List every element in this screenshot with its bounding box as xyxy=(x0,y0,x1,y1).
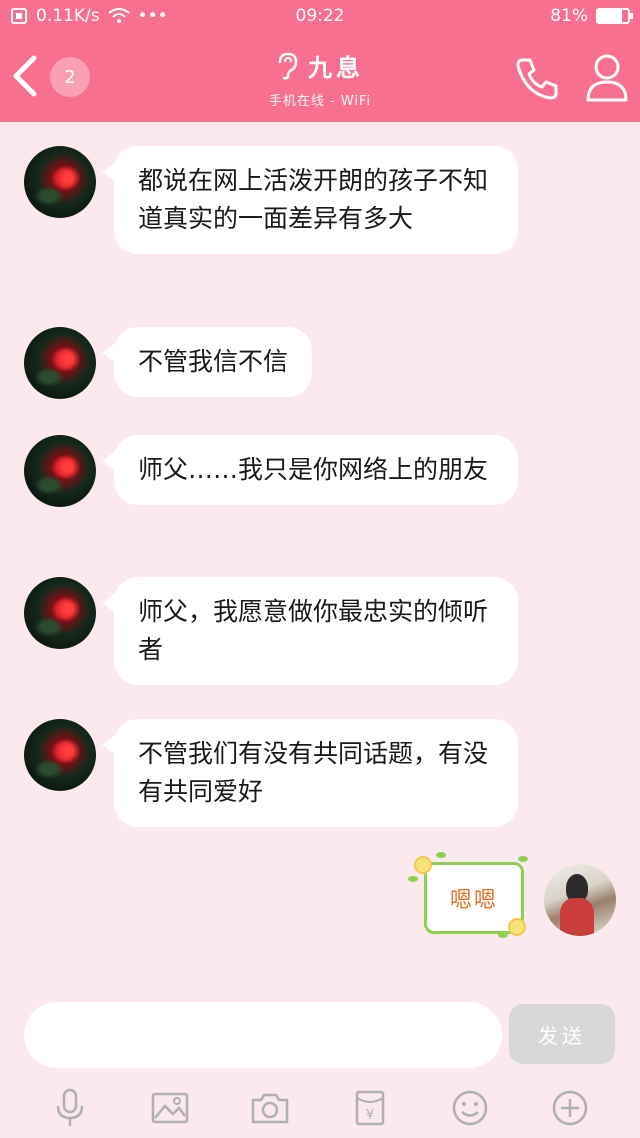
image-button[interactable] xyxy=(150,1088,190,1128)
phone-icon xyxy=(516,58,558,100)
message-bubble[interactable]: 不管我信不信 xyxy=(101,327,313,397)
flower-decoration xyxy=(508,918,526,936)
message-list[interactable]: 都说在网上活泼开朗的孩子不知道真实的一面差异有多大 不管我信不信 师父……我只是… xyxy=(0,122,640,990)
battery-percent: 81% xyxy=(550,6,588,26)
more-button[interactable] xyxy=(550,1088,590,1128)
sticker-message[interactable]: 嗯嗯 xyxy=(408,852,532,942)
flower-decoration xyxy=(414,856,432,874)
voice-button[interactable] xyxy=(50,1088,90,1128)
ear-icon xyxy=(278,52,298,79)
camera-button[interactable] xyxy=(250,1088,290,1128)
red-packet-symbol: ¥ xyxy=(366,1108,374,1123)
profile-button[interactable] xyxy=(584,52,630,102)
leaf-decoration xyxy=(498,932,508,938)
contact-avatar[interactable] xyxy=(24,327,96,399)
leaf-decoration xyxy=(436,852,446,858)
contact-avatar[interactable] xyxy=(24,435,96,507)
send-button[interactable]: 发送 xyxy=(509,1004,615,1064)
contact-avatar[interactable] xyxy=(24,577,96,649)
red-packet-icon: ¥ xyxy=(355,1090,385,1126)
status-right: 81% xyxy=(550,0,633,32)
red-packet-button[interactable]: ¥ xyxy=(350,1088,390,1128)
plus-icon xyxy=(552,1090,588,1126)
contact-avatar[interactable] xyxy=(24,719,96,791)
person-icon xyxy=(586,54,628,102)
call-button[interactable] xyxy=(512,54,560,102)
microphone-icon xyxy=(56,1088,84,1126)
status-bar: 0.11K/s ••• 09:22 81% xyxy=(0,0,640,32)
image-icon xyxy=(151,1092,189,1124)
emoji-button[interactable] xyxy=(450,1088,490,1128)
message-bubble[interactable]: 都说在网上活泼开朗的孩子不知道真实的一面差异有多大 xyxy=(102,146,518,254)
bottom-toolbar: ¥ xyxy=(0,1078,640,1138)
battery-icon xyxy=(596,8,633,24)
camera-icon xyxy=(251,1093,289,1124)
contact-avatar[interactable] xyxy=(24,146,96,218)
contact-name: 九息 xyxy=(308,54,364,82)
leaf-decoration xyxy=(518,856,528,862)
message-bubble[interactable]: 师父……我只是你网络上的朋友 xyxy=(102,435,518,505)
sticker-text: 嗯嗯 xyxy=(449,888,498,913)
leaf-decoration xyxy=(408,876,418,882)
chat-header: 2 九息 手机在线 - WiFi xyxy=(0,32,640,122)
emoji-icon xyxy=(452,1090,488,1126)
message-bubble[interactable]: 师父，我愿意做你最忠实的倾听者 xyxy=(102,577,518,685)
message-input[interactable] xyxy=(24,1002,502,1068)
self-avatar[interactable] xyxy=(544,864,616,936)
input-bar: 发送 xyxy=(0,990,640,1078)
message-bubble[interactable]: 不管我们有没有共同话题，有没有共同爱好 xyxy=(102,719,518,827)
battery-fill xyxy=(598,10,623,22)
clock: 09:22 xyxy=(295,6,345,26)
